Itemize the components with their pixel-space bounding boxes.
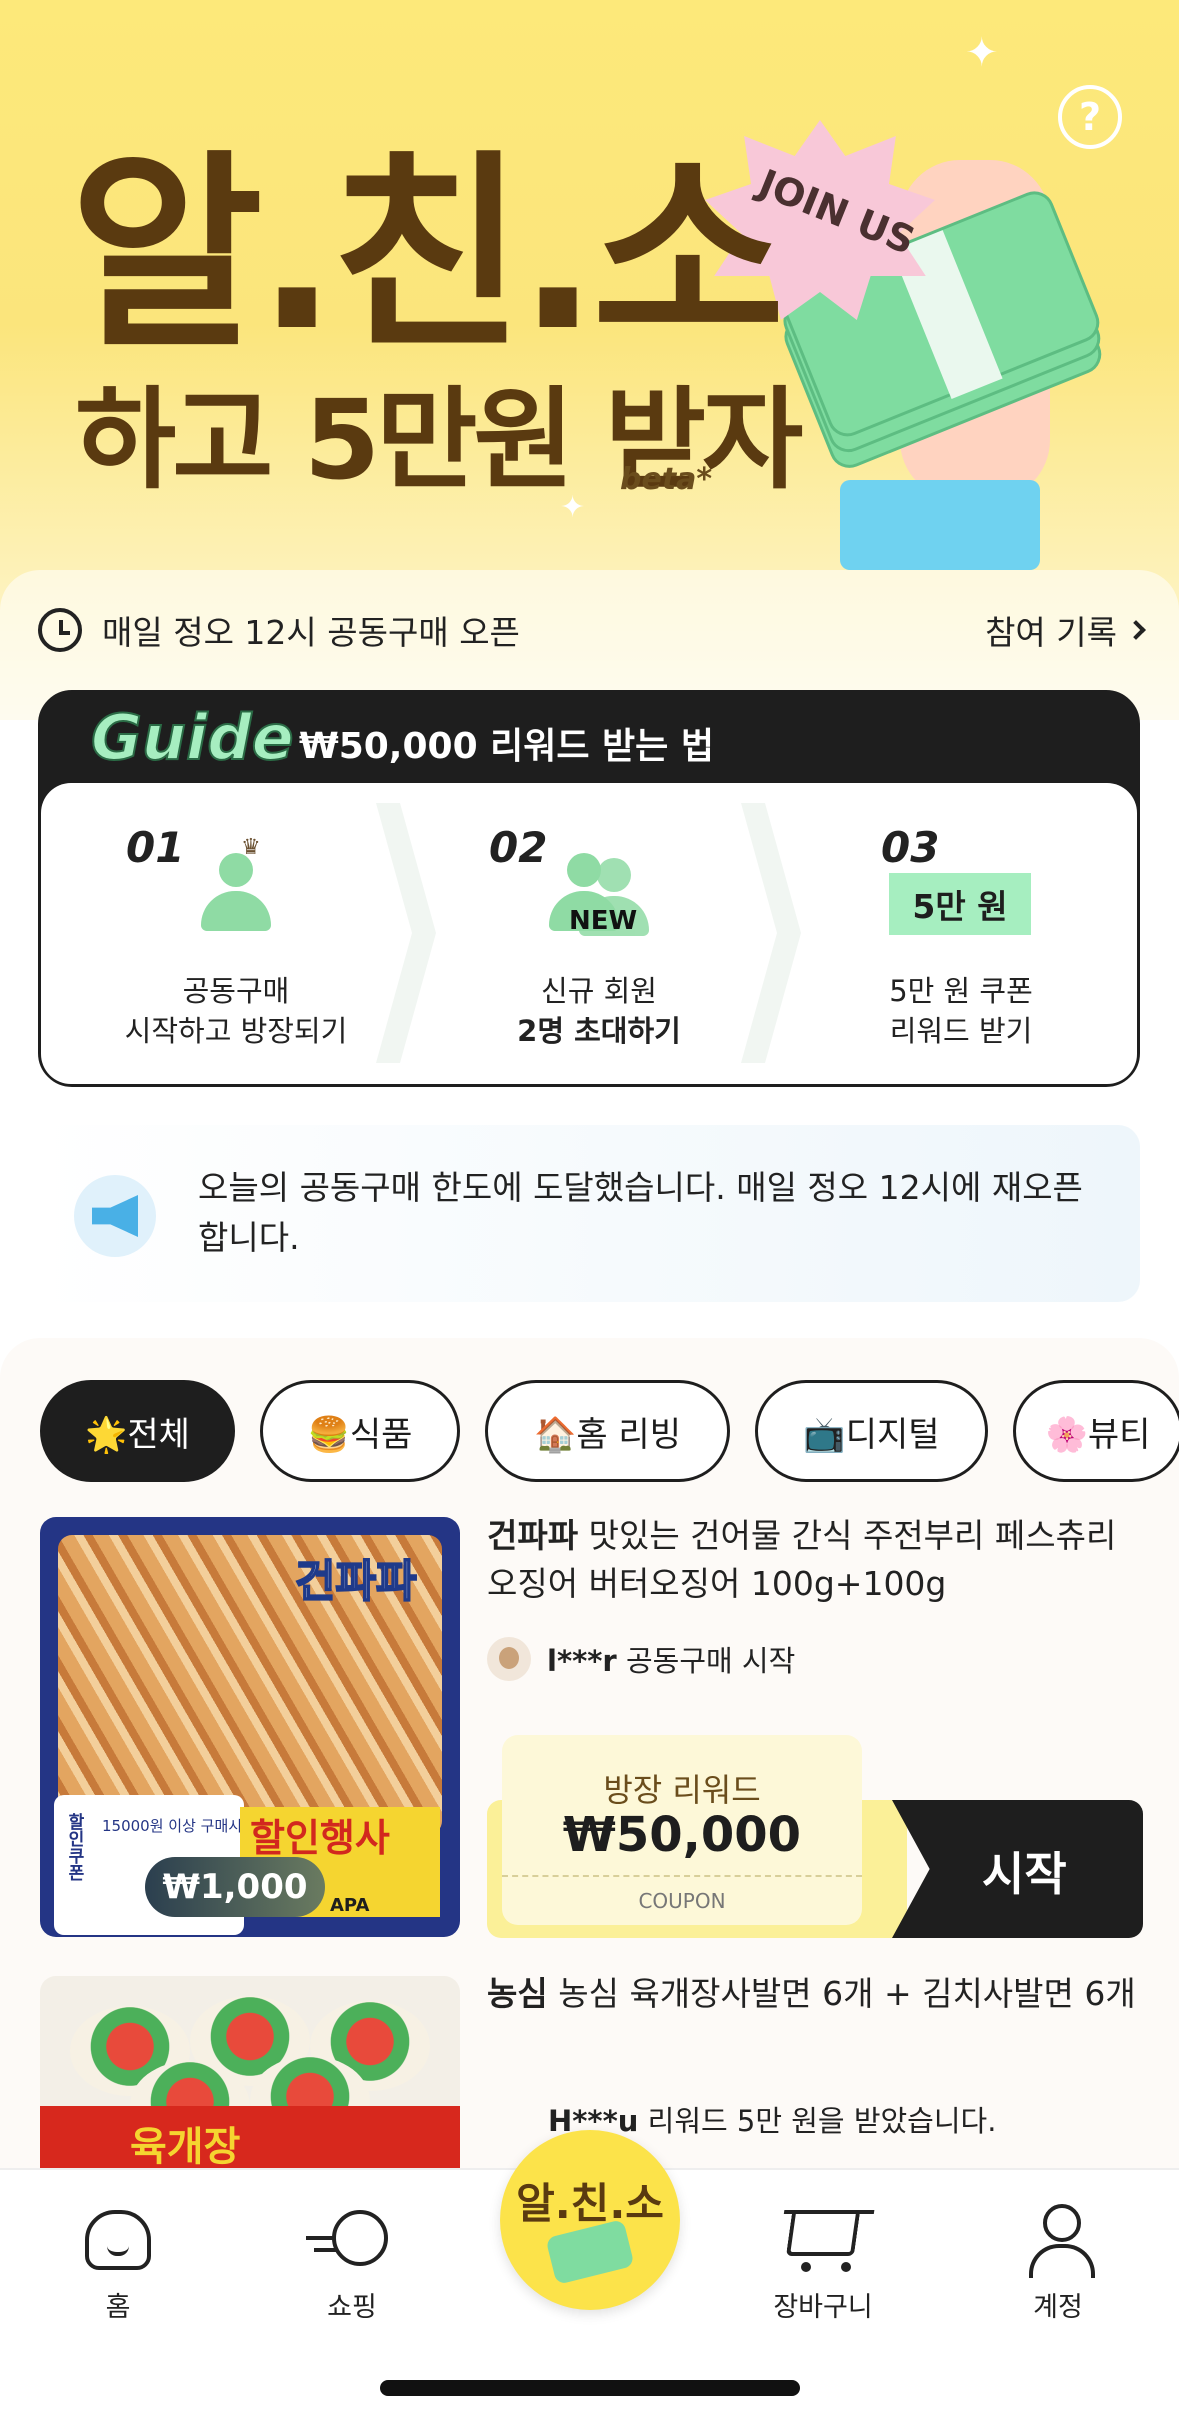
step-number: 03 bbox=[881, 823, 940, 872]
megaphone-icon bbox=[74, 1175, 156, 1257]
product-title[interactable]: 건파파 맛있는 건어물 간식 주전부리 페스츄리 오징어 버터오징어 100g+… bbox=[487, 1512, 1147, 1608]
image-coupon-note: 15000원 이상 구매시 bbox=[102, 1817, 243, 1835]
guide-steps: 01 ♛ 공동구매 시작하고 방장되기 02 NEW 신규 회원 2명 초대하기… bbox=[41, 783, 1137, 1084]
step-caption: 2명 초대하기 bbox=[517, 1014, 681, 1048]
step-caption: 5만 원 쿠폰 bbox=[889, 974, 1033, 1008]
chevron-right-icon bbox=[1126, 620, 1146, 640]
tab-shopping[interactable]: 쇼핑 bbox=[282, 2200, 422, 2324]
home-icon bbox=[85, 2210, 151, 2270]
search-shopping-icon bbox=[306, 2210, 388, 2266]
step-number: 02 bbox=[489, 823, 548, 872]
center-event-button[interactable]: 알.친.소 bbox=[500, 2130, 680, 2310]
reward-label: 방장 리워드 bbox=[603, 1771, 761, 1809]
reward-amount: ₩50,000 bbox=[562, 1807, 802, 1863]
reward-guide-card: Guide ₩50,000 리워드 받는 법 01 ♛ 공동구매 시작하고 방장… bbox=[38, 690, 1140, 1087]
category-home-living[interactable]: 🏠홈 리빙 bbox=[485, 1380, 730, 1482]
tab-cart-label: 장바구니 bbox=[773, 2292, 873, 2323]
participation-history-link[interactable]: 참여 기록 bbox=[985, 606, 1146, 654]
sparkle-icon: ✦ bbox=[965, 30, 999, 76]
tab-shopping-label: 쇼핑 bbox=[327, 2292, 377, 2323]
guide-step-2: 02 NEW 신규 회원 2명 초대하기 bbox=[429, 783, 769, 1084]
center-event-label: 알.친.소 bbox=[516, 2179, 664, 2228]
product-brand: 건파파 bbox=[487, 1516, 579, 1555]
leader-icon: ♛ bbox=[201, 835, 271, 933]
reward-received-text: 리워드 5만 원을 받았습니다. bbox=[647, 2104, 997, 2138]
beta-label: beta* bbox=[620, 462, 713, 497]
sleeve-illustration bbox=[840, 480, 1040, 570]
clock-icon bbox=[38, 608, 82, 652]
participation-history-label: 참여 기록 bbox=[985, 613, 1117, 652]
cart-icon bbox=[785, 2212, 861, 2256]
guide-title: ₩50,000 리워드 받는 법 bbox=[299, 726, 714, 767]
tab-home[interactable]: 홈 bbox=[48, 2200, 188, 2324]
image-sale-text: 할인행사 bbox=[250, 1816, 390, 1860]
price-badge: ₩1,000 bbox=[145, 1857, 325, 1917]
noodle-box-label: 육개장 bbox=[130, 2124, 241, 2170]
product-brand: 농심 bbox=[487, 1974, 548, 2013]
step-caption: 신규 회원 bbox=[541, 974, 657, 1008]
start-button-label: 시작 bbox=[982, 1847, 1067, 1901]
starter-user: l***r bbox=[547, 1644, 617, 1678]
step-caption: 공동구매 bbox=[182, 974, 290, 1008]
reward-coupon-card: 방장 리워드 ₩50,000 COUPON bbox=[502, 1735, 862, 1925]
noodle-box bbox=[40, 2106, 460, 2176]
avatar bbox=[487, 1637, 531, 1681]
coupon-tag: 5만 원 bbox=[889, 873, 1031, 935]
tab-home-label: 홈 bbox=[105, 2292, 131, 2323]
product-image-noodles[interactable]: 육개장 bbox=[40, 1976, 460, 2176]
tab-account-label: 계정 bbox=[1033, 2292, 1083, 2323]
reward-coupon-label: COUPON bbox=[502, 1875, 862, 1925]
notice-text: 오늘의 공동구매 한도에 도달했습니다. 매일 정오 12시에 재오픈합니다. bbox=[198, 1168, 1083, 1257]
help-button[interactable]: ? bbox=[1058, 85, 1122, 149]
image-code: APA bbox=[330, 1895, 370, 1916]
leader-reward-block: 방장 리워드 ₩50,000 COUPON 시작 bbox=[487, 1735, 1143, 1938]
hero-title: 알.친.소 bbox=[70, 132, 785, 377]
new-tag: NEW bbox=[569, 906, 638, 936]
limit-notice: 오늘의 공동구매 한도에 도달했습니다. 매일 정오 12시에 재오픈합니다. bbox=[38, 1125, 1140, 1302]
tab-account[interactable]: 계정 bbox=[988, 2200, 1128, 2324]
category-food[interactable]: 🍔식품 bbox=[260, 1380, 460, 1482]
image-coupon-label: 할인쿠폰 bbox=[64, 1813, 84, 1881]
product-name: 맛있는 건어물 간식 주전부리 페스츄리 오징어 버터오징어 100g+100g bbox=[487, 1516, 1117, 1603]
product-image-squid[interactable]: 건파파 할인쿠폰 15000원 이상 구매시 할인행사 번호 APA ₩1,00… bbox=[40, 1517, 460, 1937]
category-beauty[interactable]: 🌸뷰티 bbox=[1013, 1380, 1179, 1482]
guide-step-1: 01 ♛ 공동구매 시작하고 방장되기 bbox=[66, 783, 406, 1084]
home-indicator[interactable] bbox=[380, 2380, 800, 2396]
group-buy-starter: l***r 공동구매 시작 bbox=[487, 1637, 795, 1681]
category-digital[interactable]: 📺디지털 bbox=[755, 1380, 988, 1482]
category-all[interactable]: 🌟전체 bbox=[40, 1380, 235, 1482]
product-title[interactable]: 농심 농심 육개장사발면 6개 + 김치사발면 6개 bbox=[487, 1970, 1147, 2018]
starter-text: 공동구매 시작 bbox=[625, 1644, 796, 1678]
product-name: 농심 육개장사발면 6개 + 김치사발면 6개 bbox=[558, 1974, 1136, 2013]
step-number: 01 bbox=[126, 823, 185, 872]
open-schedule-text: 매일 정오 12시 공동구매 오픈 bbox=[102, 613, 520, 652]
start-group-buy-button[interactable]: 시작 bbox=[892, 1800, 1143, 1938]
user-icon bbox=[1029, 2204, 1095, 2278]
tab-cart[interactable]: 장바구니 bbox=[753, 2200, 893, 2324]
step-caption: 리워드 받기 bbox=[889, 1014, 1033, 1048]
guide-badge: Guide bbox=[90, 700, 295, 775]
step-caption: 시작하고 방장되기 bbox=[124, 1014, 348, 1048]
open-schedule-row: 매일 정오 12시 공동구매 오픈 참여 기록 bbox=[38, 600, 1146, 660]
image-brand-label: 건파파 bbox=[294, 1555, 417, 1608]
category-tabs: 🌟전체 🍔식품 🏠홈 리빙 📺디지털 🌸뷰티 bbox=[40, 1380, 1179, 1482]
guide-step-3: 03 5만 원 5만 원 쿠폰 리워드 받기 bbox=[791, 783, 1131, 1084]
